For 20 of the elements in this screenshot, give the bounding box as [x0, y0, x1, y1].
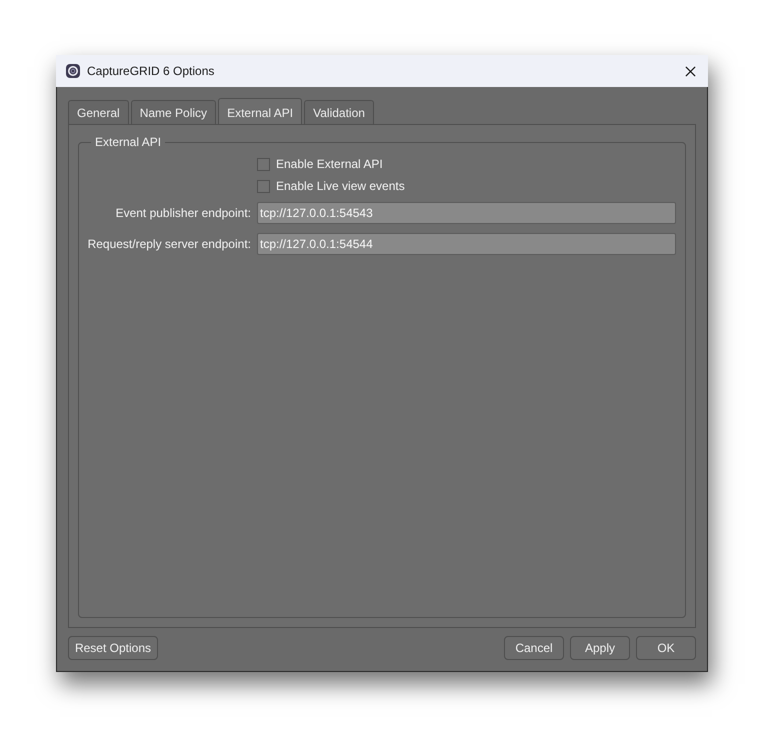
checkbox-label: Enable External API [276, 157, 383, 171]
group-title: External API [94, 135, 162, 149]
checkbox[interactable] [257, 158, 270, 170]
checkbox-label: Enable Live view events [276, 179, 405, 193]
close-icon[interactable] [685, 66, 696, 76]
dialog-button[interactable]: Cancel [504, 636, 564, 660]
tab[interactable]: General [68, 100, 129, 124]
reset-button[interactable]: Reset Options [68, 636, 158, 660]
dialog-button[interactable]: OK [636, 636, 696, 660]
endpoint-field[interactable]: tcp://127.0.0.1:54544 [257, 233, 676, 255]
field-label: Request/reply server endpoint: [86, 237, 251, 251]
checkbox[interactable] [257, 180, 270, 192]
tab[interactable]: Name Policy [130, 100, 216, 124]
tab[interactable]: Validation [304, 100, 374, 124]
tab[interactable]: External API [218, 98, 302, 124]
window-title: CaptureGRID 6 Options [87, 64, 214, 78]
app-icon [66, 64, 80, 78]
endpoint-field[interactable]: tcp://127.0.0.1:54543 [257, 202, 676, 224]
field-label: Event publisher endpoint: [114, 206, 251, 220]
dialog-button[interactable]: Apply [570, 636, 630, 660]
